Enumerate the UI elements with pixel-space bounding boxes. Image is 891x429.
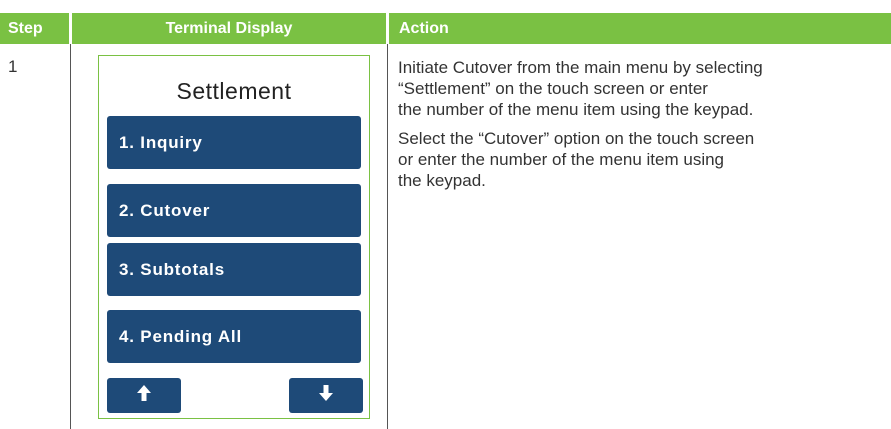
action-paragraph-1: Initiate Cutover from the main menu by s…	[398, 57, 886, 120]
action-line: “Settlement” on the touch screen or ente…	[398, 79, 708, 98]
column-divider	[387, 44, 388, 429]
up-arrow-icon	[137, 385, 151, 406]
instruction-table: Step Terminal Display Action 1 Settlemen…	[0, 0, 891, 429]
action-line: the keypad.	[398, 171, 486, 190]
scroll-down-button[interactable]	[289, 378, 363, 413]
header-terminal-display: Terminal Display	[72, 13, 386, 44]
menu-button-pending-all[interactable]: 4. Pending All	[107, 310, 361, 363]
action-line: Select the “Cutover” option on the touch…	[398, 129, 755, 148]
action-description: Initiate Cutover from the main menu by s…	[398, 57, 886, 199]
header-step: Step	[0, 13, 69, 44]
header-action: Action	[389, 13, 891, 44]
action-line: the number of the menu item using the ke…	[398, 100, 754, 119]
action-line: or enter the number of the menu item usi…	[398, 150, 725, 169]
menu-button-subtotals[interactable]: 3. Subtotals	[107, 243, 361, 296]
scroll-up-button[interactable]	[107, 378, 181, 413]
terminal-screen: Settlement 1. Inquiry 2. Cutover 3. Subt…	[98, 55, 370, 419]
menu-button-cutover[interactable]: 2. Cutover	[107, 184, 361, 237]
down-arrow-icon	[319, 385, 333, 406]
menu-button-inquiry[interactable]: 1. Inquiry	[107, 116, 361, 169]
terminal-title: Settlement	[176, 78, 292, 104]
step-number: 1	[8, 57, 18, 76]
column-divider	[70, 44, 71, 429]
action-paragraph-2: Select the “Cutover” option on the touch…	[398, 128, 886, 191]
action-line: Initiate Cutover from the main menu by s…	[398, 58, 763, 77]
